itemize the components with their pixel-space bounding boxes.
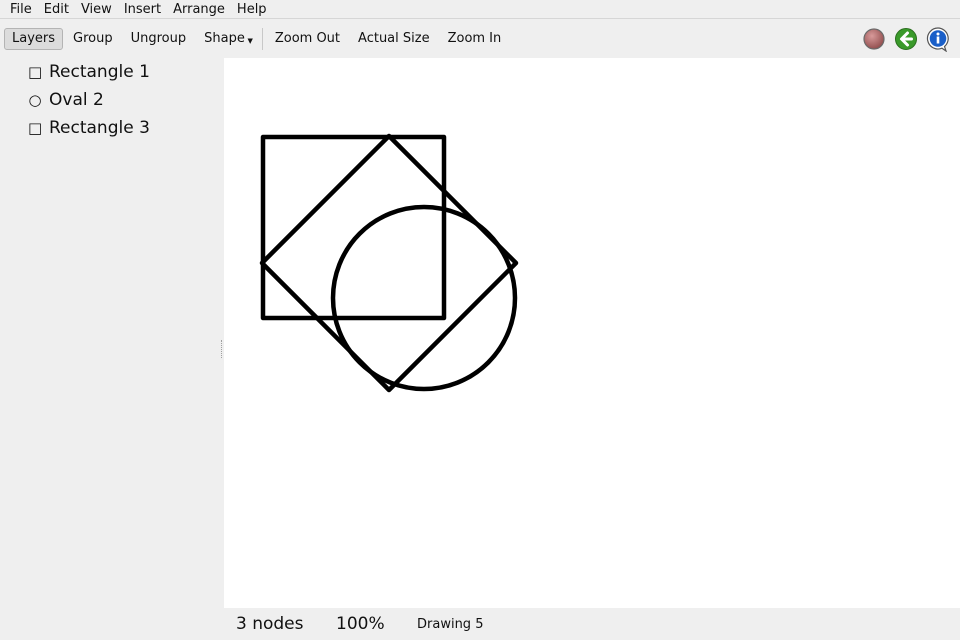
group-button[interactable]: Group [65,28,121,50]
toolbar-right-icons [856,25,952,53]
zoom-out-button[interactable]: Zoom Out [267,28,348,50]
zoom-in-button[interactable]: Zoom In [440,28,510,50]
layer-item-rectangle-3[interactable]: □ Rectangle 3 [0,114,224,142]
menu-edit[interactable]: Edit [38,1,75,18]
rectangle-icon: □ [28,119,43,137]
layer-label: Rectangle 3 [49,118,150,138]
menu-arrange[interactable]: Arrange [167,1,231,18]
shape-rectangle-3[interactable] [259,133,519,393]
drawing-canvas[interactable] [224,58,960,608]
layer-label: Oval 2 [49,90,104,110]
layers-toggle-button[interactable]: Layers [4,28,64,50]
actual-size-button[interactable]: Actual Size [350,28,438,50]
shape-menu-label: Shape [204,31,245,46]
ungroup-button[interactable]: Ungroup [123,28,195,50]
toolbar-separator [261,28,263,50]
menu-help[interactable]: Help [231,1,273,18]
dropdown-caret-icon: ▼ [247,37,253,45]
rectangle-icon: □ [28,63,43,81]
menu-insert[interactable]: Insert [118,1,167,18]
panel-splitter-handle[interactable] [221,340,223,358]
shape-menu-button[interactable]: Shape ▼ [196,28,258,50]
toolbar: Layers Group Ungroup Shape ▼ Zoom Out Ac… [0,20,960,58]
menu-view[interactable]: View [75,1,118,18]
drawing-surface [259,133,519,393]
document-name: Drawing 5 [417,616,484,632]
info-icon[interactable] [924,25,952,53]
oval-icon: ○ [28,91,42,109]
status-bar: 3 nodes 100% Drawing 5 [224,608,960,640]
zoom-level: 100% [336,614,385,634]
menu-bar: File Edit View Insert Arrange Help [0,0,960,19]
layer-item-oval-2[interactable]: ○ Oval 2 [0,86,224,114]
back-arrow-icon[interactable] [892,25,920,53]
stop-icon[interactable] [860,25,888,53]
layer-label: Rectangle 1 [49,62,150,82]
menu-file[interactable]: File [4,1,38,18]
layer-item-rectangle-1[interactable]: □ Rectangle 1 [0,58,224,86]
layers-panel: □ Rectangle 1 ○ Oval 2 □ Rectangle 3 [0,58,224,608]
node-count: 3 nodes [236,614,304,634]
